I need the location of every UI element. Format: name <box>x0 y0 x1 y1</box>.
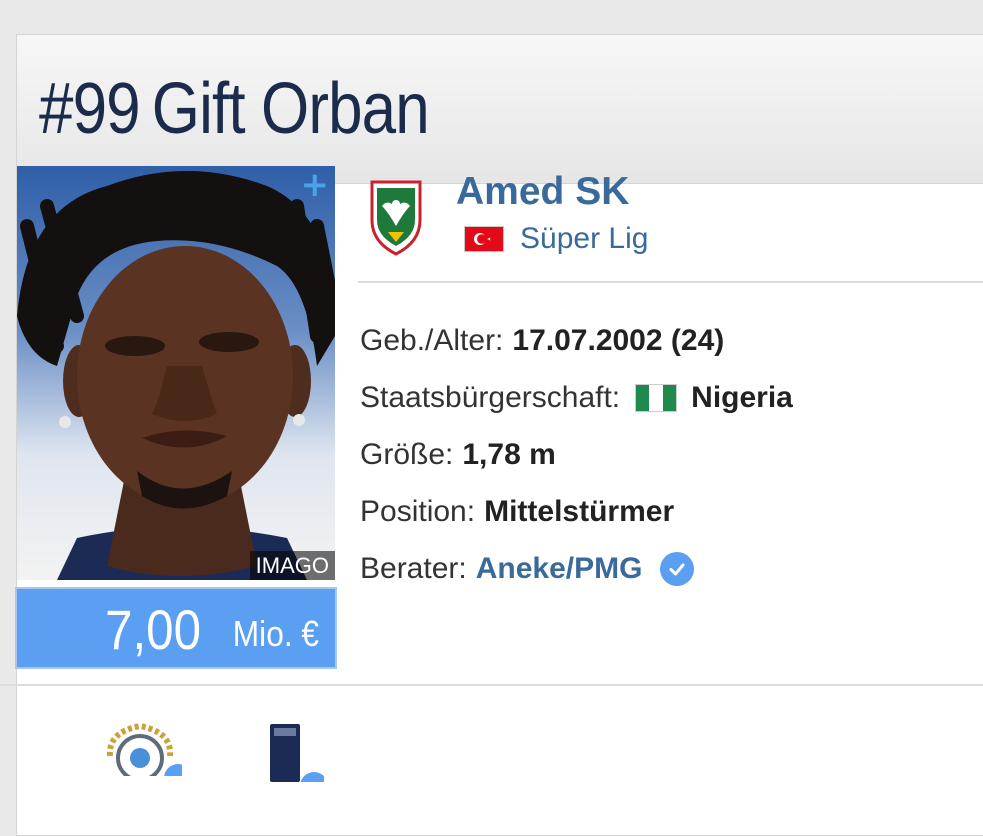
market-value-amount: 7,00 <box>105 598 201 661</box>
section-divider <box>358 281 983 283</box>
player-photo[interactable]: + IMAGO <box>17 166 335 580</box>
player-info-list: Geb./Alter: 17.07.2002 (24) Staatsbürger… <box>360 312 793 597</box>
club-name-link[interactable]: Amed SK <box>456 170 629 214</box>
position-label: Position: <box>360 494 476 528</box>
citizenship-label: Staatsbürgerschaft: <box>360 380 621 414</box>
shirt-number: #99 <box>39 69 141 149</box>
position-value: Mittelstürmer <box>484 494 675 528</box>
nigeria-flag-icon <box>635 383 678 412</box>
award-icon[interactable] <box>98 716 182 776</box>
height-label: Größe: <box>360 437 454 471</box>
info-row-position: Position: Mittelstürmer <box>360 483 793 540</box>
award-icon[interactable] <box>254 722 324 782</box>
info-row-height: Größe: 1,78 m <box>360 426 793 483</box>
market-value-box[interactable]: 7,00 Mio. € <box>15 587 337 669</box>
league-row: Süper Lig <box>464 222 648 256</box>
plus-icon[interactable]: + <box>301 168 330 202</box>
player-name: Gift Orban <box>151 69 430 149</box>
bottom-divider <box>0 684 983 686</box>
info-row-birth: Geb./Alter: 17.07.2002 (24) <box>360 312 793 369</box>
verified-icon <box>660 551 695 586</box>
player-title: #99 Gift Orban <box>39 73 430 145</box>
market-value-unit: Mio. € <box>232 613 319 654</box>
club-crest-icon[interactable] <box>368 176 424 256</box>
photo-credit: IMAGO <box>249 551 335 580</box>
birth-value: 17.07.2002 (24) <box>512 323 725 357</box>
birth-label: Geb./Alter: <box>360 323 504 357</box>
height-value: 1,78 m <box>462 437 556 471</box>
info-row-citizenship: Staatsbürgerschaft: Nigeria <box>360 369 793 426</box>
turkey-flag-icon <box>464 226 504 252</box>
agent-link[interactable]: Aneke/PMG <box>476 552 643 586</box>
profile-header: #99 Gift Orban <box>17 35 983 184</box>
league-link[interactable]: Süper Lig <box>520 222 648 256</box>
agent-label: Berater: <box>360 551 467 585</box>
player-portrait-icon <box>17 171 335 580</box>
info-row-agent: Berater: Aneke/PMG <box>360 540 793 597</box>
citizenship-value: Nigeria <box>691 380 793 414</box>
